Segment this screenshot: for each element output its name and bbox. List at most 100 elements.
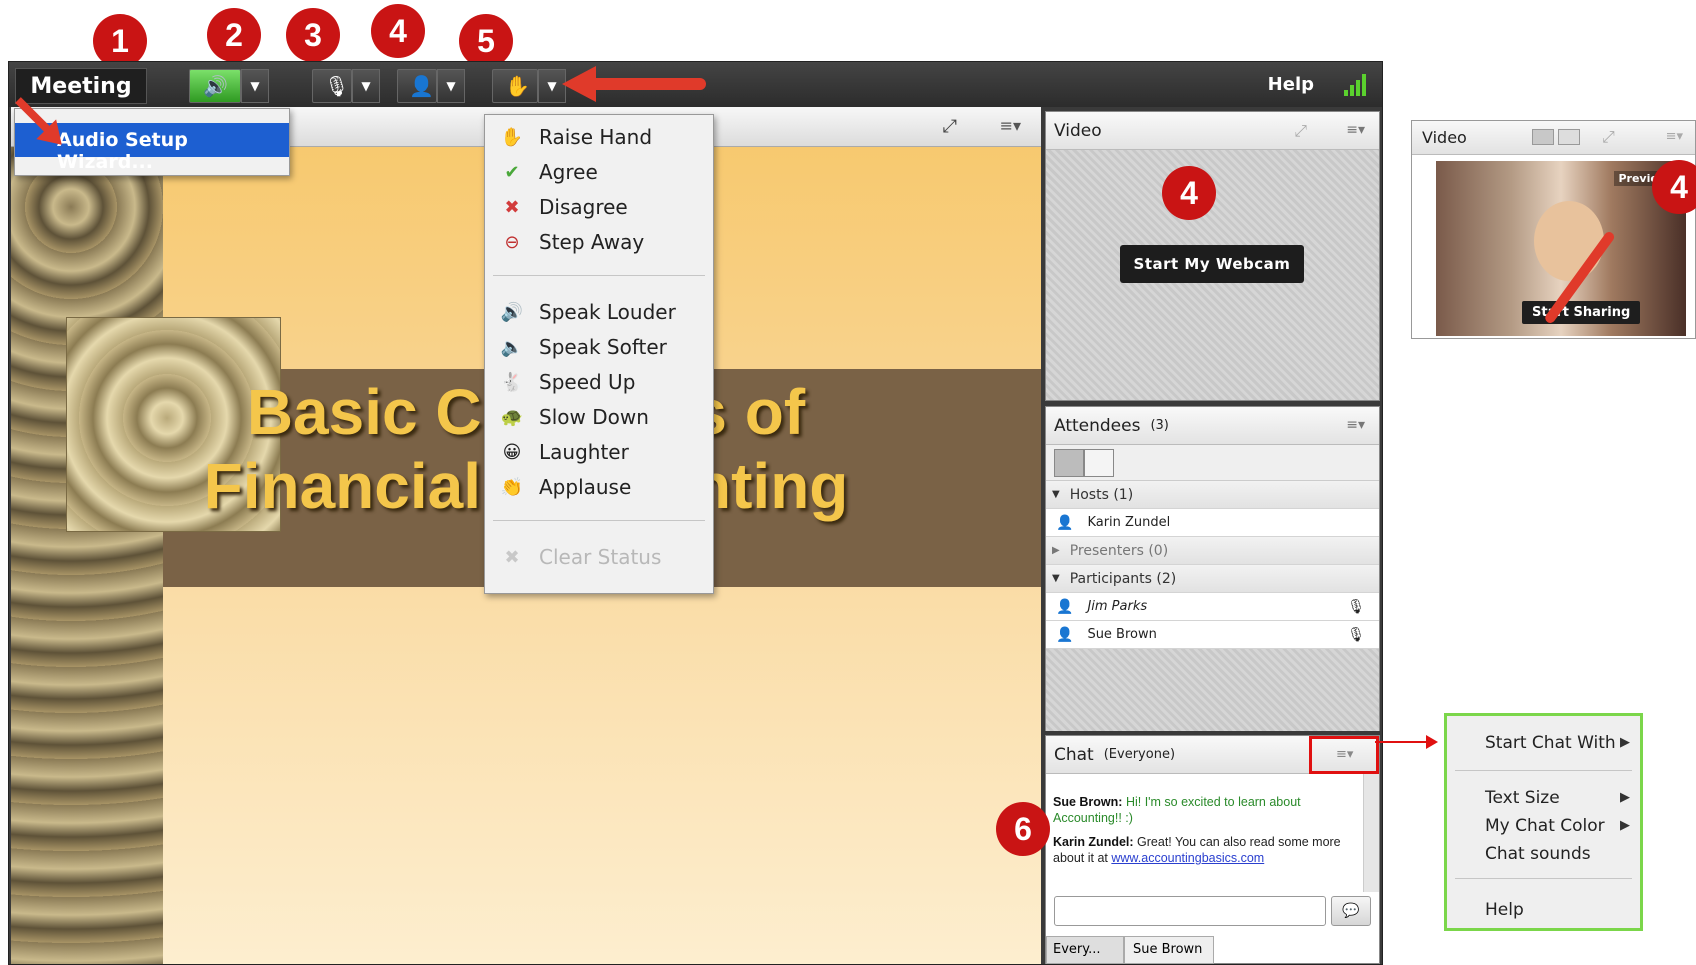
video-pod-menu-icon[interactable]: ≡▾ [1346,122,1365,138]
connection-signal-icon [1342,72,1372,96]
participant-row[interactable]: 👤 Jim Parks 🎙 [1046,593,1379,621]
chat-tab-everyone[interactable]: Every... [1046,936,1124,964]
attendees-pod-header: Attendees (3) ≡▾ [1046,407,1379,445]
step-badge-5: 5 [459,14,513,68]
start-chat-with-item[interactable]: Start Chat With [1485,733,1616,753]
step-badge-1: 1 [93,14,147,68]
meeting-menu-button[interactable]: Meeting [15,68,147,104]
host-row[interactable]: 👤 Karin Zundel [1046,509,1379,537]
raise-hand-label: Raise Hand [539,125,653,149]
chat-pod: Chat (Everyone) ≡▾ Sue Brown: Hi! I'm so… [1045,735,1380,964]
arrowhead-status [562,66,596,102]
menu-separator [493,275,705,276]
chat-sounds-item[interactable]: Chat sounds [1485,844,1591,864]
expand-icon: ▼ [1052,573,1060,584]
chat-scope: (Everyone) [1103,747,1176,762]
fullscreen-icon[interactable]: ⤢ [943,116,957,137]
speak-louder-item[interactable]: 🔊 Speak Louder [485,296,713,328]
start-sharing-button[interactable]: Start Sharing [1522,301,1641,324]
participant-name: Jim Parks [1087,599,1148,614]
participant-row[interactable]: 👤 Sue Brown 🎙 [1046,621,1379,649]
chat-sender: Sue Brown: [1053,795,1123,809]
role-view-icon[interactable] [1084,449,1114,477]
applause-icon: 👏 [500,476,524,498]
menu-separator [493,520,705,521]
speed-up-label: Speed Up [539,370,636,394]
laughter-icon: 😀 [502,441,522,463]
step-badge-4: 4 [371,4,425,58]
chat-input[interactable] [1054,896,1326,926]
my-chat-color-item[interactable]: My Chat Color [1485,816,1605,836]
speaker-icon: 🔊 [203,74,228,98]
text-size-item[interactable]: Text Size [1485,788,1560,808]
webcam-button[interactable]: 👤 [397,69,437,103]
speak-softer-item[interactable]: 🔈 Speak Softer [485,331,713,363]
status-menu: ✋ Raise Hand ✔ Agree ✖ Disagree ⊖ Step A… [484,114,714,594]
agree-label: Agree [539,160,598,184]
microphone-dropdown-button[interactable]: ▼ [352,69,380,103]
webcam-dropdown-button[interactable]: ▼ [437,69,465,103]
chat-message: Karin Zundel: Great! You can also read s… [1053,834,1353,866]
step-badge-2: 2 [207,8,261,62]
microphone-button[interactable]: 🎙 [312,69,352,103]
coins-image [11,147,163,964]
submenu-arrow-icon: ▶ [1620,735,1630,750]
disagree-label: Disagree [539,195,628,219]
host-name: Karin Zundel [1087,515,1171,530]
speaker-button[interactable]: 🔊 [189,69,241,103]
attendees-view-toolbar [1046,445,1379,481]
speak-louder-icon: 🔊 [500,301,524,323]
agree-item[interactable]: ✔ Agree [485,156,713,188]
laughter-item[interactable]: 😀 Laughter [485,436,713,468]
video-expand-icon[interactable]: ⤢ [1294,121,1307,141]
participant-user-icon: 👤 [1056,626,1074,643]
microphone-icon: 🎙 [324,74,350,98]
chat-link[interactable]: www.accountingbasics.com [1111,851,1264,865]
step-away-item[interactable]: ⊖ Step Away [485,226,713,258]
chat-menu-icon: ≡▾ [1336,747,1354,762]
hosts-section[interactable]: ▼ Hosts (1) [1046,481,1379,509]
participants-section[interactable]: ▼ Participants (2) [1046,565,1379,593]
video-pod: Video ⤢ ≡▾ 4 Start My Webcam [1045,111,1380,401]
arrow-line-chat-menu [1375,741,1430,743]
speaker-dropdown-button[interactable]: ▼ [241,69,269,103]
presenters-label: Presenters (0) [1069,542,1169,559]
video-pod-header: Video ⤢ ≡▾ [1046,112,1379,150]
chat-menu-highlight[interactable]: ≡▾ [1309,736,1379,774]
submenu-arrow-icon: ▶ [1620,818,1630,833]
laughter-label: Laughter [539,440,629,464]
expand-icon: ▼ [1052,489,1060,500]
help-item[interactable]: Help [1485,900,1524,920]
list-view-icon[interactable] [1054,449,1084,477]
presenters-section[interactable]: ▶ Presenters (0) [1046,537,1379,565]
expand-icon[interactable]: ⤢ [1602,127,1615,147]
raise-hand-item[interactable]: ✋ Raise Hand [485,121,713,153]
speed-up-item[interactable]: 🐇 Speed Up [485,366,713,398]
applause-label: Applause [539,475,632,499]
single-layout-icon[interactable] [1558,129,1580,145]
help-link[interactable]: Help [1268,74,1314,95]
chat-options-menu: Start Chat With ▶ Text Size ▶ My Chat Co… [1444,713,1643,931]
slow-down-label: Slow Down [539,405,649,429]
grid-layout-icon[interactable] [1532,129,1554,145]
slow-down-item[interactable]: 🐢 Slow Down [485,401,713,433]
status-button[interactable]: ✋ [492,69,538,103]
chat-scrollbar[interactable] [1363,774,1379,892]
clear-status-item: ✖ Clear Status [485,541,713,573]
send-message-button[interactable]: 💬 [1331,896,1371,926]
video-preview-menu-icon[interactable]: ≡▾ [1666,129,1683,144]
webcam-icon: 👤 [409,74,434,98]
speak-softer-icon: 🔈 [500,336,524,358]
start-webcam-button[interactable]: Start My Webcam [1120,245,1304,283]
attendees-count: (3) [1150,418,1169,433]
video-area: 4 Start My Webcam [1046,150,1379,400]
disagree-item[interactable]: ✖ Disagree [485,191,713,223]
applause-item[interactable]: 👏 Applause [485,471,713,503]
chat-sender: Karin Zundel: [1053,835,1134,849]
share-pod-menu-icon[interactable]: ≡▾ [1000,116,1021,135]
participant-user-icon: 👤 [1056,598,1074,615]
chat-tab-sue-brown[interactable]: Sue Brown [1124,936,1214,964]
attendees-menu-icon[interactable]: ≡▾ [1346,417,1365,433]
menu-separator [1455,878,1632,879]
video-badge-4: 4 [1162,166,1216,220]
